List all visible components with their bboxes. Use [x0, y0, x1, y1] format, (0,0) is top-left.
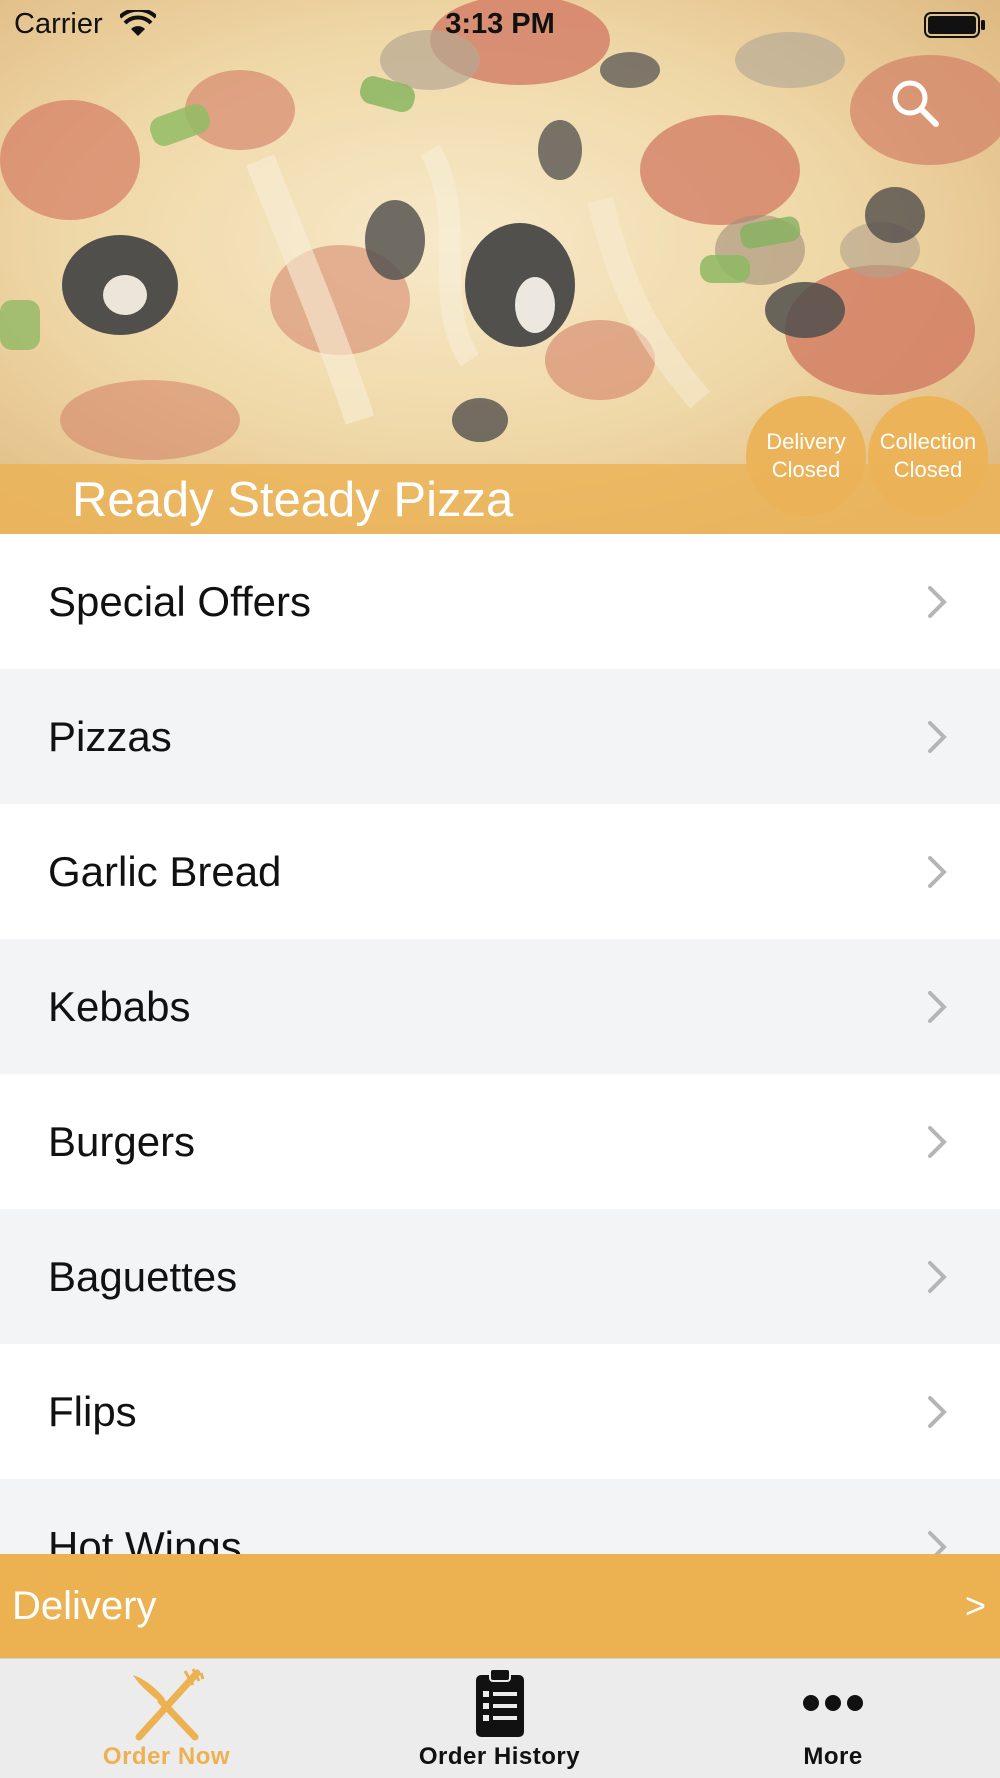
- tab-order-now[interactable]: Order Now: [0, 1659, 333, 1778]
- order-mode-bar[interactable]: Delivery >: [0, 1554, 1000, 1658]
- app-screen: Carrier 3:13 PM Ready Steady Pizza Deliv…: [0, 0, 1000, 1778]
- chevron-right-icon: [928, 1126, 947, 1158]
- menu-item-label: Special Offers: [48, 578, 312, 625]
- delivery-status-badge[interactable]: Delivery Closed: [746, 396, 866, 516]
- chevron-right-icon: [928, 991, 947, 1023]
- menu-item-label: Baguettes: [48, 1253, 238, 1300]
- menu-item-baguettes[interactable]: Baguettes: [0, 1209, 1000, 1344]
- menu-item-garlic-bread[interactable]: Garlic Bread: [0, 804, 1000, 939]
- header-hero: Carrier 3:13 PM Ready Steady Pizza Deliv…: [0, 0, 1000, 534]
- restaurant-name: Ready Steady Pizza: [72, 473, 514, 527]
- menu-item-hot-wings[interactable]: Hot Wings: [0, 1479, 1000, 1554]
- delivery-status-value: Closed: [771, 457, 841, 482]
- collection-status-title: Collection: [879, 429, 977, 454]
- chevron-right-icon: [928, 1531, 947, 1554]
- menu-item-label: Flips: [48, 1388, 137, 1435]
- tab-label: Order Now: [102, 1743, 231, 1770]
- chevron-right-icon: [928, 586, 947, 618]
- menu-item-label: Burgers: [48, 1118, 196, 1165]
- menu-item-label: Hot Wings: [48, 1523, 242, 1554]
- chevron-right-icon: [928, 721, 947, 753]
- delivery-status-title: Delivery: [766, 429, 846, 454]
- menu-item-burgers[interactable]: Burgers: [0, 1074, 1000, 1209]
- collection-status-value: Closed: [893, 457, 963, 482]
- more-dots-icon: [803, 1695, 863, 1711]
- order-mode-arrow: >: [964, 1585, 986, 1626]
- status-bar: Carrier 3:13 PM: [0, 0, 1000, 50]
- menu-item-flips[interactable]: Flips: [0, 1344, 1000, 1479]
- chevron-right-icon: [928, 1396, 947, 1428]
- menu-item-label: Pizzas: [48, 713, 172, 760]
- menu-item-pizzas[interactable]: Pizzas: [0, 669, 1000, 804]
- tab-order-history[interactable]: Order History: [333, 1659, 666, 1778]
- tab-label: Order History: [418, 1743, 581, 1770]
- fork-knife-icon: [132, 1668, 204, 1741]
- collection-status-badge[interactable]: Collection Closed: [868, 396, 988, 516]
- chevron-right-icon: [928, 1261, 947, 1293]
- menu-item-kebabs[interactable]: Kebabs: [0, 939, 1000, 1074]
- status-time: 3:13 PM: [445, 8, 555, 40]
- chevron-right-icon: [928, 856, 947, 888]
- tab-label: More: [803, 1743, 863, 1770]
- order-mode-label: Delivery: [12, 1584, 157, 1628]
- tab-bar: Order Now Order History More: [0, 1658, 1000, 1778]
- menu-item-label: Garlic Bread: [48, 848, 282, 895]
- menu-item-special-offers[interactable]: Special Offers: [0, 534, 1000, 669]
- menu-category-list[interactable]: Special Offers Pizzas Garlic Bread Kebab…: [0, 534, 1000, 1554]
- search-icon[interactable]: [888, 76, 942, 130]
- clipboard-list-icon: [475, 1668, 524, 1737]
- menu-item-label: Kebabs: [48, 983, 191, 1030]
- tab-more[interactable]: More: [666, 1659, 1000, 1778]
- battery-full-icon: [924, 12, 985, 38]
